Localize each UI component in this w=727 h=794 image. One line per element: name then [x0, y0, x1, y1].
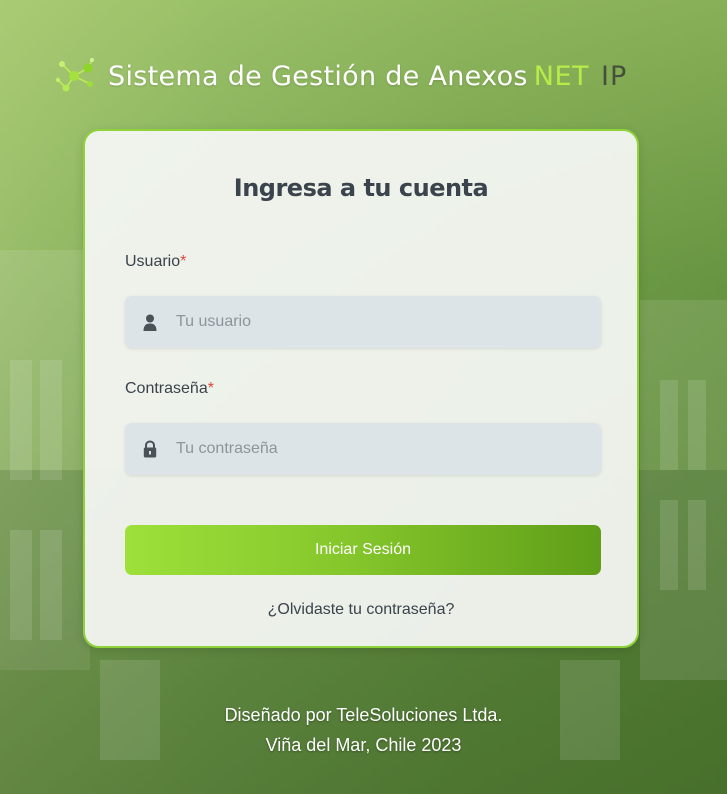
- login-card: Ingresa a tu cuenta Usuario* Contraseña*…: [83, 129, 639, 648]
- login-title: Ingresa a tu cuenta: [233, 174, 489, 202]
- password-input[interactable]: [176, 429, 576, 469]
- user-icon: [142, 313, 158, 331]
- app-title-ip: IP: [601, 60, 628, 92]
- footer-credits: Diseñado por TeleSoluciones Ltda.: [224, 705, 503, 725]
- forgot-password-link[interactable]: ¿Olvidaste tu contraseña?: [85, 601, 637, 619]
- app-title: Sistema de Gestión de Anexos: [108, 60, 528, 92]
- background-window: [688, 500, 706, 590]
- lock-icon: [142, 440, 158, 458]
- background-building: [640, 300, 727, 680]
- password-label-text: Contraseña: [125, 380, 208, 397]
- brand-header: Sistema de Gestión de Anexos NET IP: [52, 54, 627, 98]
- username-input[interactable]: [176, 302, 576, 342]
- background-window: [660, 380, 678, 470]
- background-window: [688, 380, 706, 470]
- password-field[interactable]: [125, 423, 601, 475]
- network-logo-icon: [55, 58, 94, 92]
- required-mark: *: [207, 380, 214, 397]
- username-field[interactable]: [125, 296, 601, 348]
- username-label: Usuario*: [125, 253, 186, 271]
- background-window: [10, 360, 32, 480]
- background-window: [40, 360, 62, 480]
- background-window: [10, 530, 32, 640]
- password-label: Contraseña*: [125, 380, 214, 398]
- username-label-text: Usuario: [125, 253, 181, 270]
- footer-location: Viña del Mar, Chile 2023: [265, 735, 462, 755]
- background-window: [660, 500, 678, 590]
- app-title-net: NET: [533, 60, 590, 92]
- login-button[interactable]: Iniciar Sesión: [125, 525, 601, 575]
- required-mark: *: [180, 253, 187, 270]
- background-window: [40, 530, 62, 640]
